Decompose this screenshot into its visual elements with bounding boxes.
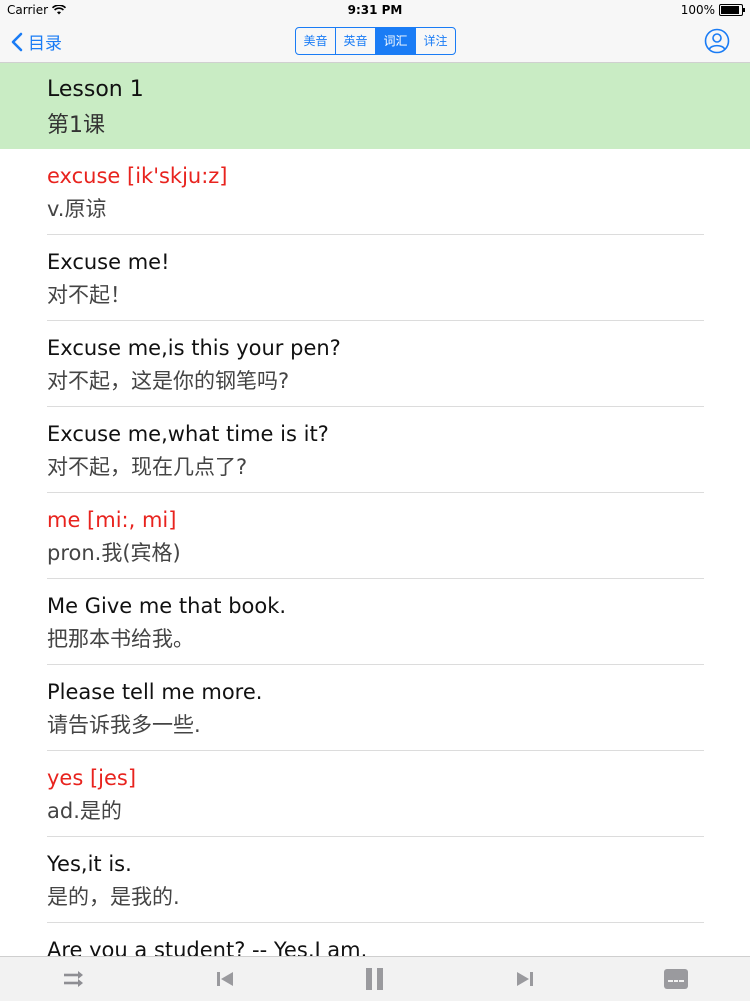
user-profile-icon[interactable]: [704, 28, 730, 54]
entry-english: Yes,it is.: [47, 852, 132, 876]
list-item[interactable]: Excuse me,is this your pen? 对不起，这是你的钢笔吗?: [0, 321, 750, 407]
entry-chinese: 对不起，这是你的钢笔吗?: [47, 369, 290, 393]
status-time: 9:31 PM: [347, 3, 403, 17]
list-item[interactable]: Excuse me,what time is it? 对不起，现在几点了?: [0, 407, 750, 493]
back-button[interactable]: 目录: [10, 29, 62, 54]
segment-vocabulary[interactable]: 词汇: [376, 28, 416, 54]
subtitles-icon: [664, 969, 688, 989]
next-button[interactable]: [512, 966, 538, 992]
navigation-bar: 目录 美音 英音 词汇 详注: [0, 20, 750, 63]
entry-chinese: v.原谅: [47, 197, 107, 221]
entry-chinese: 请告诉我多一些.: [47, 713, 201, 737]
entry-english: Excuse me,what time is it?: [47, 422, 329, 446]
list-item[interactable]: Are you a student? -- Yes,I am.: [0, 923, 750, 956]
entry-english: Please tell me more.: [47, 680, 263, 704]
entry-english: me [mi:, mi]: [47, 508, 177, 532]
segment-notes[interactable]: 详注: [416, 28, 455, 54]
lesson-header: Lesson 1 第1课: [0, 63, 750, 149]
chevron-left-icon: [11, 32, 23, 51]
subtitles-button[interactable]: [661, 966, 691, 992]
entry-chinese: 是的，是我的.: [47, 885, 180, 909]
pause-icon: [366, 968, 383, 990]
pause-button[interactable]: [361, 966, 389, 992]
battery-percent: 100%: [680, 3, 715, 17]
list-item[interactable]: Me Give me that book. 把那本书给我。: [0, 579, 750, 665]
list-item[interactable]: Please tell me more. 请告诉我多一些.: [0, 665, 750, 751]
entry-english: yes [jes]: [47, 766, 137, 790]
entry-english: Me Give me that book.: [47, 594, 287, 618]
back-label: 目录: [28, 34, 62, 54]
entry-english: Are you a student? -- Yes,I am.: [47, 938, 368, 956]
entry-english: Excuse me!: [47, 250, 170, 274]
list-item[interactable]: me [mi:, mi] pron.我(宾格): [0, 493, 750, 579]
entry-english: Excuse me,is this your pen?: [47, 336, 341, 360]
mode-segmented-control: 美音 英音 词汇 详注: [295, 27, 456, 55]
list-item[interactable]: yes [jes] ad.是的: [0, 751, 750, 837]
previous-button[interactable]: [212, 966, 238, 992]
status-bar: Carrier 9:31 PM 100%: [0, 0, 750, 20]
next-track-icon: [517, 972, 533, 986]
battery-icon: [719, 4, 745, 16]
previous-track-icon: [217, 972, 233, 986]
segment-uk-audio[interactable]: 英音: [336, 28, 376, 54]
lesson-subtitle: 第1课: [47, 113, 105, 138]
segment-us-audio[interactable]: 美音: [296, 28, 336, 54]
lesson-title: Lesson 1: [47, 77, 144, 102]
list-item[interactable]: Excuse me! 对不起！: [0, 235, 750, 321]
shuffle-icon: [64, 971, 83, 987]
battery-info: 100%: [680, 3, 745, 17]
list-item[interactable]: Yes,it is. 是的，是我的.: [0, 837, 750, 923]
entry-chinese: pron.我(宾格): [47, 541, 181, 565]
entry-chinese: 对不起，现在几点了?: [47, 455, 248, 479]
entry-chinese: 对不起！: [47, 283, 131, 307]
entry-chinese: ad.是的: [47, 799, 122, 823]
entry-english: excuse [ik'skju:z]: [47, 164, 228, 188]
entry-chinese: 把那本书给我。: [47, 627, 194, 651]
list-item[interactable]: excuse [ik'skju:z] v.原谅: [0, 149, 750, 235]
playback-toolbar: [0, 956, 750, 1001]
shuffle-button[interactable]: [60, 966, 90, 992]
entry-list: excuse [ik'skju:z] v.原谅 Excuse me! 对不起！ …: [0, 149, 750, 956]
